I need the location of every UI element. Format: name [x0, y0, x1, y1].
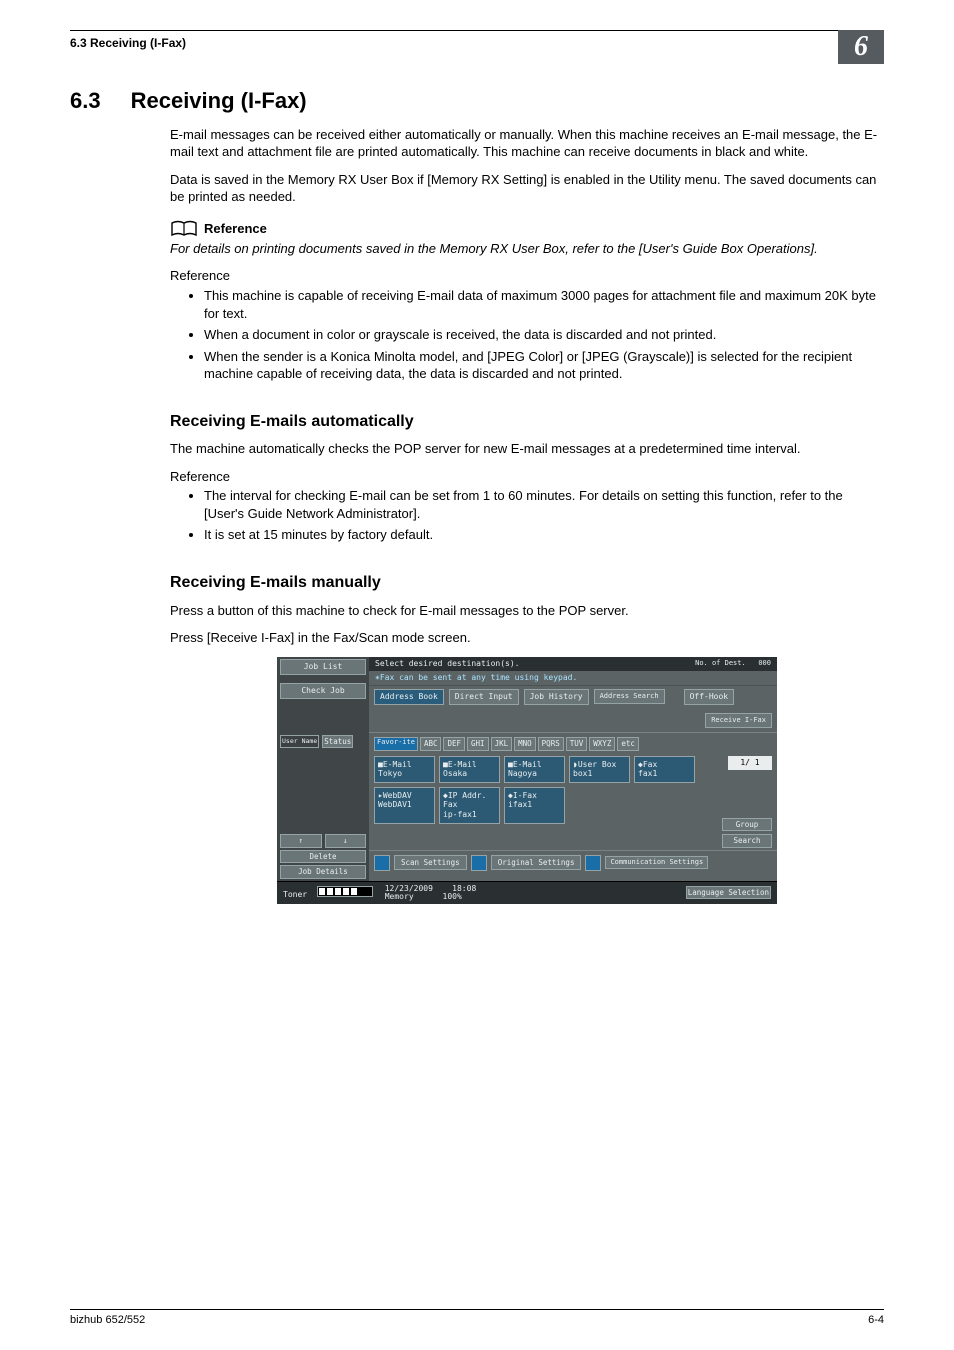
hint-text: ✶Fax can be sent at any time using keypa…: [369, 671, 777, 686]
group-button[interactable]: Group: [722, 818, 772, 832]
body-paragraph: Press a button of this machine to check …: [170, 602, 884, 620]
running-head-left: 6.3 Receiving (I-Fax): [70, 35, 186, 51]
no-of-dest-label: No. of Dest.: [695, 659, 746, 667]
list-item: This machine is capable of receiving E-m…: [204, 287, 884, 322]
device-screenshot: Job List Check Job User Name Status ↑ ↓ …: [277, 657, 777, 904]
address-card[interactable]: ▸WebDAVWebDAV1: [374, 787, 435, 824]
off-hook-button[interactable]: Off-Hook: [684, 689, 735, 705]
toner-gauge: [317, 886, 373, 897]
alpha-filter-pqrs[interactable]: PQRS: [538, 737, 564, 751]
job-list-button[interactable]: Job List: [280, 659, 366, 675]
alpha-filter-ghi[interactable]: GHI: [467, 737, 489, 751]
original-settings-icon: [471, 855, 487, 871]
section-number: 6.3: [70, 86, 101, 116]
communication-settings-button[interactable]: Communication Settings: [605, 856, 708, 869]
list-item: When the sender is a Konica Minolta mode…: [204, 348, 884, 383]
subheading-auto: Receiving E-mails automatically: [170, 411, 884, 433]
tab-direct-input[interactable]: Direct Input: [449, 689, 519, 705]
body-paragraph: Press [Receive I-Fax] in the Fax/Scan mo…: [170, 629, 884, 647]
tab-job-history[interactable]: Job History: [524, 689, 589, 705]
communication-settings-icon: [585, 855, 601, 871]
alpha-filter-abc[interactable]: ABC: [420, 737, 442, 751]
scan-settings-button[interactable]: Scan Settings: [394, 855, 467, 871]
alpha-filter-tuv[interactable]: TUV: [566, 737, 588, 751]
reference-heading: Reference: [204, 220, 267, 238]
memory-label: Memory: [385, 892, 414, 901]
reference-bullets: The interval for checking E-mail can be …: [170, 487, 884, 544]
address-card[interactable]: ◆Faxfax1: [634, 756, 695, 783]
section-title: Receiving (I-Fax): [131, 86, 307, 116]
address-card[interactable]: ◆IP Addr. Faxip-fax1: [439, 787, 500, 824]
original-settings-button[interactable]: Original Settings: [491, 855, 582, 871]
search-button[interactable]: Search: [722, 834, 772, 848]
alpha-filter-favorite[interactable]: Favor-ite: [374, 737, 418, 751]
reference-bullets: This machine is capable of receiving E-m…: [170, 287, 884, 383]
job-details-button[interactable]: Job Details: [280, 865, 366, 879]
scroll-up-button[interactable]: ↑: [280, 834, 322, 848]
list-item: It is set at 15 minutes by factory defau…: [204, 526, 884, 544]
toner-label: Toner: [283, 890, 307, 899]
tab-address-book[interactable]: Address Book: [374, 689, 444, 705]
instruction-text: Select desired destination(s).: [375, 660, 524, 668]
address-card[interactable]: ■E-MailNagoya: [504, 756, 565, 783]
alpha-filter-jkl[interactable]: JKL: [491, 737, 513, 751]
body-paragraph: E-mail messages can be received either a…: [170, 126, 884, 161]
scan-settings-icon: [374, 855, 390, 871]
list-item: The interval for checking E-mail can be …: [204, 487, 884, 522]
body-paragraph: The machine automatically checks the POP…: [170, 440, 884, 458]
section-heading: 6.3 Receiving (I-Fax): [70, 86, 884, 116]
alpha-filter-wxyz[interactable]: WXYZ: [589, 737, 615, 751]
pager: 1/ 1: [728, 756, 772, 770]
tab-address-search[interactable]: Address Search: [594, 689, 665, 704]
alpha-filter-etc[interactable]: etc: [617, 737, 639, 751]
alpha-filter-def[interactable]: DEF: [443, 737, 465, 751]
memory-value: 100%: [443, 892, 462, 901]
address-card[interactable]: ■E-MailTokyo: [374, 756, 435, 783]
footer-page: 6-4: [868, 1313, 884, 1328]
scroll-down-button[interactable]: ↓: [325, 834, 367, 848]
address-card[interactable]: ◆I-Faxifax1: [504, 787, 565, 824]
list-item: When a document in color or grayscale is…: [204, 326, 884, 344]
address-card[interactable]: ◗User Boxbox1: [569, 756, 630, 783]
language-selection-button[interactable]: Language Selection: [686, 886, 771, 900]
check-job-button[interactable]: Check Job: [280, 683, 366, 699]
book-icon: [170, 220, 198, 238]
address-card[interactable]: ■E-MailOsaka: [439, 756, 500, 783]
delete-button[interactable]: Delete: [280, 850, 366, 864]
reference-subhead: Reference: [170, 468, 884, 486]
no-of-dest-value: 000: [758, 659, 771, 667]
reference-subhead: Reference: [170, 267, 884, 285]
footer-model: bizhub 652/552: [70, 1313, 145, 1328]
user-name-label: User Name: [280, 735, 319, 749]
status-button[interactable]: Status: [322, 735, 353, 749]
body-paragraph: Data is saved in the Memory RX User Box …: [170, 171, 884, 206]
subheading-manual: Receiving E-mails manually: [170, 572, 884, 594]
alpha-filter-row: Favor-iteABCDEFGHIJKLMNOPQRSTUVWXYZetc: [369, 733, 777, 756]
alpha-filter-mno[interactable]: MNO: [514, 737, 536, 751]
chapter-number-badge: 6: [838, 30, 884, 64]
reference-italic-note: For details on printing documents saved …: [170, 240, 884, 258]
receive-ifax-button[interactable]: Receive I-Fax: [705, 713, 772, 728]
